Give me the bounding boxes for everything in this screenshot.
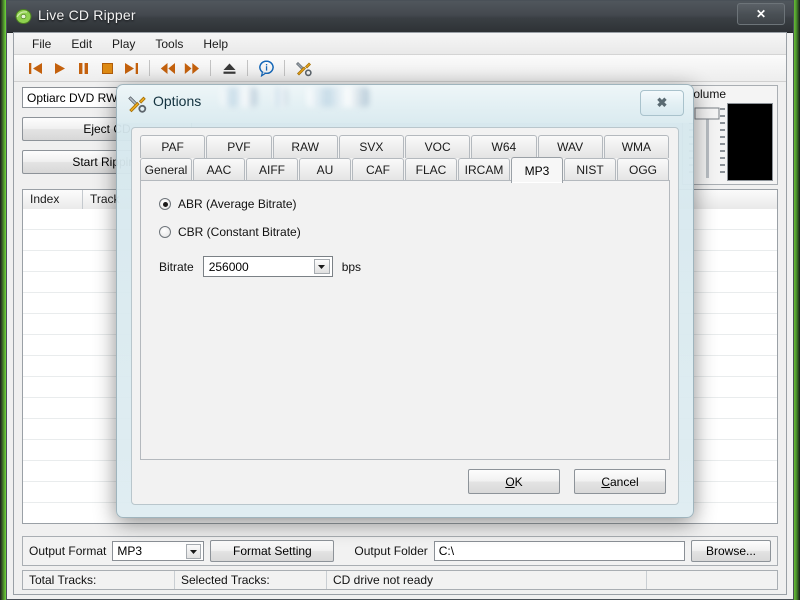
ok-rest: K [514,474,523,489]
volume-panel: Volume [682,85,778,185]
cbr-label: CBR (Constant Bitrate) [178,225,301,239]
volume-slider[interactable] [689,104,725,182]
glass-reflection [221,87,257,107]
output-folder-input[interactable]: C:\ [433,541,685,561]
format-tabs: PAF PVF RAW SVX VOC W64 WAV WMA General … [140,135,670,183]
tab-mp3[interactable]: MP3 [511,157,563,183]
tab-general[interactable]: General [140,158,192,181]
tab-paf[interactable]: PAF [140,135,206,158]
status-selected-tracks: Selected Tracks: [175,571,327,589]
tab-wav[interactable]: WAV [537,135,603,158]
output-format-label: Output Format [29,544,107,558]
dialog-title: Options [153,93,202,109]
format-tabs-row-2: General AAC AIFF AU CAF FLAC IRCAM MP3 N… [140,157,670,183]
abr-label: ABR (Average Bitrate) [178,197,297,211]
status-message: CD drive not ready [327,571,647,589]
cancel-accel: C [601,474,610,489]
ok-button[interactable]: OK [468,469,560,494]
bitrate-select[interactable]: 256000 [202,256,333,277]
toolbar-separator [284,60,285,76]
fast-forward-icon[interactable] [181,58,203,78]
bitrate-unit-label: bps [341,259,362,274]
abr-radio-row[interactable]: ABR (Average Bitrate) [159,197,297,211]
pause-icon[interactable] [72,58,94,78]
tab-ogg[interactable]: OGG [617,158,669,181]
toolbar-separator [210,60,211,76]
bitrate-value: 256000 [208,260,249,274]
dialog-titlebar: Options ✖ [117,85,693,123]
tab-voc[interactable]: VOC [405,135,471,158]
cbr-radio-row[interactable]: CBR (Constant Bitrate) [159,225,301,239]
tab-wma[interactable]: WMA [603,135,669,158]
play-icon[interactable] [48,58,70,78]
toolbar-separator [149,60,150,76]
window-titlebar: Live CD Ripper ✕ [7,1,793,33]
abr-radio[interactable] [159,198,171,210]
menubar: File Edit Play Tools Help [14,33,786,55]
info-icon[interactable] [255,58,277,78]
window-title: Live CD Ripper [38,7,136,23]
toolbar [14,55,786,82]
menu-help[interactable]: Help [193,35,238,53]
tab-aac[interactable]: AAC [193,158,245,181]
volume-display [727,103,773,181]
browse-button[interactable]: Browse... [691,540,771,562]
mp3-tab-page: ABR (Average Bitrate) CBR (Constant Bitr… [140,180,670,460]
tab-raw[interactable]: RAW [272,135,338,158]
previous-track-icon[interactable] [24,58,46,78]
output-panel: Output Format MP3 Format Setting Output … [22,536,778,566]
chevron-down-icon [313,259,330,274]
tab-nist[interactable]: NIST [564,158,616,181]
menu-tools[interactable]: Tools [145,35,193,53]
ok-accel: O [505,474,515,489]
bitrate-row: Bitrate 256000 bps [159,256,361,277]
tab-caf[interactable]: CAF [352,158,404,181]
next-track-icon[interactable] [120,58,142,78]
output-format-select[interactable]: MP3 [112,541,205,561]
output-folder-label: Output Folder [354,544,428,558]
menu-play[interactable]: Play [102,35,145,53]
status-extra [647,571,777,589]
dialog-buttons: OK Cancel [468,469,666,494]
glass-reflection [273,87,287,107]
tab-flac[interactable]: FLAC [405,158,457,181]
output-format-value: MP3 [117,544,143,558]
tab-svx[interactable]: SVX [338,135,404,158]
status-total-tracks: Total Tracks: [23,571,175,589]
eject-icon[interactable] [218,58,240,78]
statusbar: Total Tracks: Selected Tracks: CD drive … [22,570,778,590]
tab-aiff[interactable]: AIFF [246,158,298,181]
tools-icon[interactable] [292,58,314,78]
options-dialog: Options ✖ PAF PVF RAW SVX VOC W64 WAV WM… [116,84,694,518]
chevron-down-icon [186,544,202,559]
format-tabs-row-1: PAF PVF RAW SVX VOC W64 WAV WMA [140,135,670,158]
cancel-rest: ancel [609,474,639,489]
tools-icon [127,94,147,114]
window-close-button[interactable]: ✕ [737,3,785,25]
format-setting-button[interactable]: Format Setting [210,540,335,562]
column-header-index[interactable]: Index [23,190,83,209]
rewind-icon[interactable] [157,58,179,78]
tab-w64[interactable]: W64 [471,135,537,158]
menu-edit[interactable]: Edit [61,35,102,53]
cd-disc-icon [15,8,32,25]
tab-ircam[interactable]: IRCAM [458,158,510,181]
glass-reflection [307,87,369,107]
tab-pvf[interactable]: PVF [206,135,272,158]
cancel-button[interactable]: Cancel [574,469,666,494]
dialog-close-button[interactable]: ✖ [640,90,684,116]
bitrate-label: Bitrate [159,259,194,274]
toolbar-separator [247,60,248,76]
cbr-radio[interactable] [159,226,171,238]
dialog-content: PAF PVF RAW SVX VOC W64 WAV WMA General … [131,127,679,505]
stop-icon[interactable] [96,58,118,78]
menu-file[interactable]: File [22,35,61,53]
tab-au[interactable]: AU [299,158,351,181]
